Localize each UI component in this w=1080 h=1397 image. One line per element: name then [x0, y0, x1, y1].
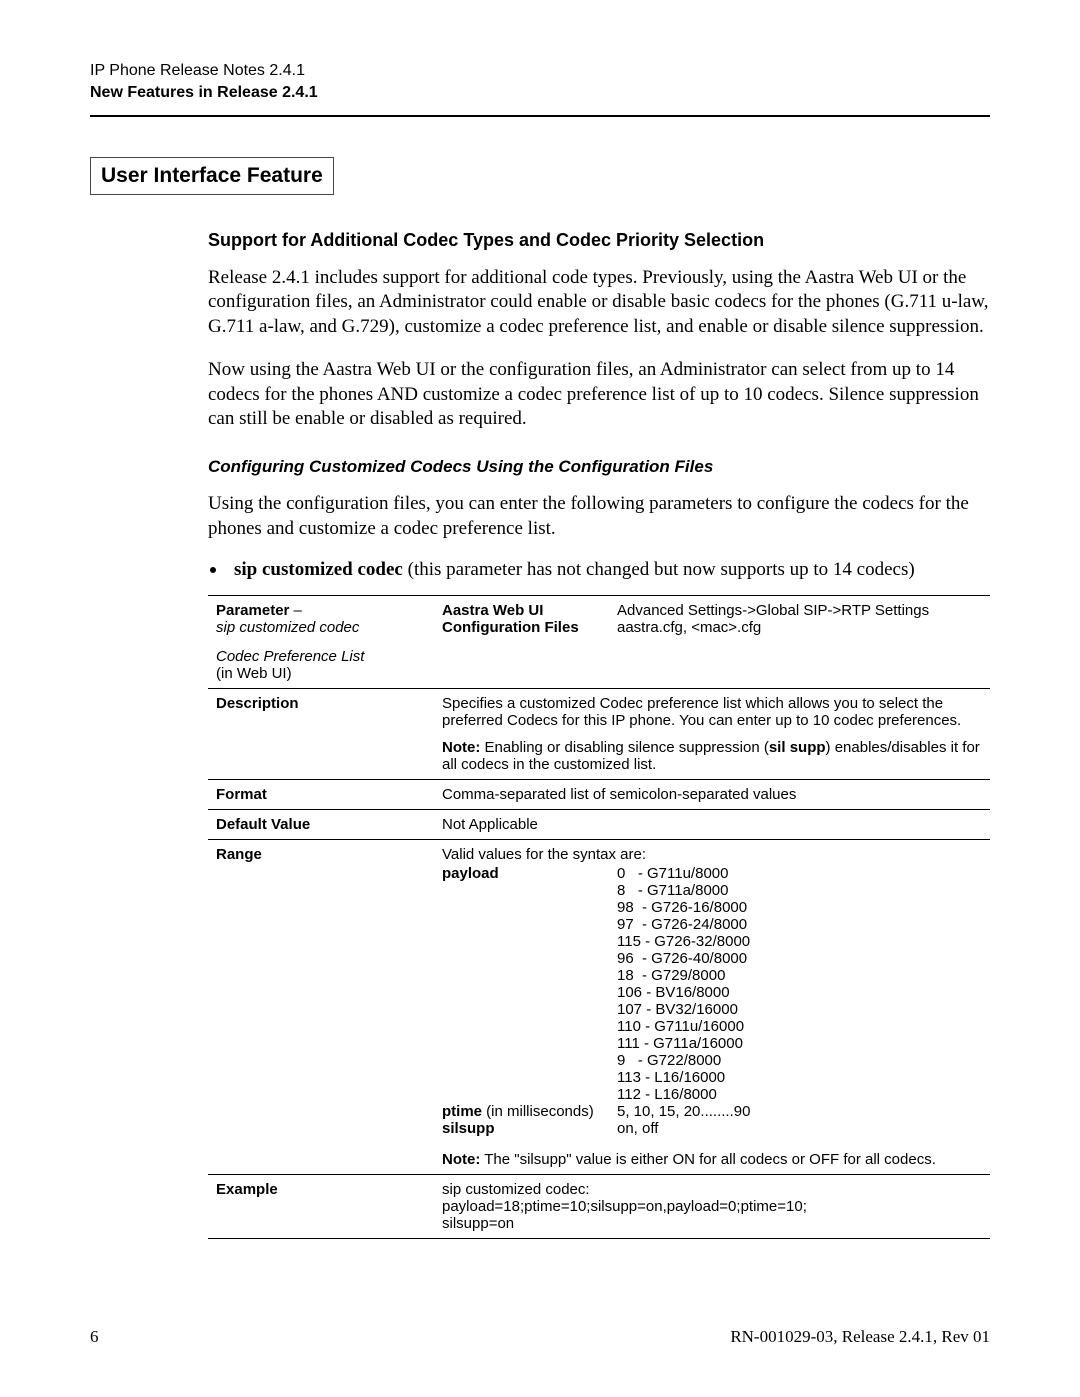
bullet-strong: sip customized codec: [234, 559, 403, 580]
silsupp-label: silsupp: [442, 1120, 617, 1137]
bullet-rest: (this parameter has not changed but now …: [403, 559, 915, 580]
param-cell-right: Aastra Web UI Advanced Settings->Global …: [434, 596, 990, 689]
kv-key: Aastra Web UI: [442, 602, 617, 619]
range-silsupp-row: silsupp on, off: [442, 1120, 982, 1137]
kv-row: Aastra Web UI Advanced Settings->Global …: [442, 602, 982, 619]
range-cell: Valid values for the syntax are: payload…: [434, 840, 990, 1175]
example-line-3: silsupp=on: [442, 1215, 982, 1232]
row-label: Description: [208, 689, 434, 780]
kv-val: Advanced Settings->Global SIP->RTP Setti…: [617, 602, 929, 619]
parameter-table: Parameter – sip customized codec Codec P…: [208, 595, 990, 1239]
row-value: Comma-separated list of semicolon-separa…: [434, 780, 990, 810]
note-label: Note:: [442, 1151, 480, 1168]
content-area: Support for Additional Codec Types and C…: [208, 230, 990, 1240]
parameter-sublabel: Codec Preference List (in Web UI): [216, 648, 426, 682]
paragraph-3: Using the configuration files, you can e…: [208, 492, 990, 541]
row-value: Specifies a customized Codec preference …: [434, 689, 990, 780]
row-label: Range: [208, 840, 434, 1175]
example-line-2: payload=18;ptime=10;silsupp=on,payload=0…: [442, 1198, 982, 1215]
dash: –: [289, 602, 302, 619]
param-cell-left: Parameter – sip customized codec Codec P…: [208, 596, 434, 689]
header-rule: [90, 115, 990, 117]
table-row: Default Value Not Applicable: [208, 810, 990, 840]
table-row: Example sip customized codec: payload=18…: [208, 1175, 990, 1239]
table-row: Format Comma-separated list of semicolon…: [208, 780, 990, 810]
description-note: Note: Enabling or disabling silence supp…: [442, 739, 982, 773]
range-ptime-row: ptime (in milliseconds) 5, 10, 15, 20...…: [442, 1103, 982, 1120]
kv-val: aastra.cfg, <mac>.cfg: [617, 619, 761, 636]
description-text: Specifies a customized Codec preference …: [442, 695, 982, 729]
payload-label: payload: [442, 865, 499, 882]
sublabel-line2: (in Web UI): [216, 665, 292, 682]
note-bold-2: sil supp: [769, 739, 826, 756]
header-line-2: New Features in Release 2.4.1: [90, 82, 990, 104]
kv-key: Configuration Files: [442, 619, 617, 636]
payload-values: 0 - G711u/8000 8 - G711a/8000 98 - G726-…: [617, 865, 750, 1103]
running-header: IP Phone Release Notes 2.4.1 New Feature…: [90, 60, 990, 105]
heading-config-files: Configuring Customized Codecs Using the …: [208, 457, 990, 477]
table-row: Parameter – sip customized codec Codec P…: [208, 596, 990, 689]
row-label: Format: [208, 780, 434, 810]
ptime-label: ptime (in milliseconds): [442, 1103, 617, 1120]
ptime-values: 5, 10, 15, 20........90: [617, 1103, 750, 1120]
silsupp-values: on, off: [617, 1120, 658, 1137]
range-note: Note: The "silsupp" value is either ON f…: [442, 1151, 982, 1168]
document-page: IP Phone Release Notes 2.4.1 New Feature…: [0, 0, 1080, 1397]
paragraph-2: Now using the Aastra Web UI or the confi…: [208, 358, 990, 432]
section-title: User Interface Feature: [101, 164, 323, 187]
heading-codec-support: Support for Additional Codec Types and C…: [208, 230, 990, 251]
parameter-label: Parameter: [216, 602, 289, 619]
table-row: Description Specifies a customized Codec…: [208, 689, 990, 780]
note-text-a: Enabling or disabling silence suppressio…: [480, 739, 769, 756]
note-label: Note:: [442, 739, 480, 756]
parameter-name: sip customized codec: [216, 619, 359, 636]
row-label: Example: [208, 1175, 434, 1239]
range-key-col: payload: [442, 865, 617, 1103]
sublabel-line1: Codec Preference List: [216, 648, 364, 665]
section-title-box: User Interface Feature: [90, 157, 334, 195]
range-intro: Valid values for the syntax are:: [442, 846, 982, 863]
row-value: Not Applicable: [434, 810, 990, 840]
doc-id: RN-001029-03, Release 2.4.1, Rev 01: [730, 1327, 990, 1347]
header-line-1: IP Phone Release Notes 2.4.1: [90, 60, 990, 82]
bullet-dot-icon: [210, 567, 216, 573]
example-line-1: sip customized codec:: [442, 1181, 982, 1198]
ptime-paren: (in milliseconds): [482, 1103, 594, 1120]
kv-row: Configuration Files aastra.cfg, <mac>.cf…: [442, 619, 982, 636]
range-payload-grid: payload 0 - G711u/8000 8 - G711a/8000 98…: [442, 865, 982, 1103]
table-row: Range Valid values for the syntax are: p…: [208, 840, 990, 1175]
paragraph-1: Release 2.4.1 includes support for addit…: [208, 266, 990, 340]
page-footer: 6 RN-001029-03, Release 2.4.1, Rev 01: [90, 1327, 990, 1347]
bullet-text: sip customized codec (this parameter has…: [234, 559, 915, 581]
bullet-item: sip customized codec (this parameter has…: [208, 559, 990, 581]
ptime-bold: ptime: [442, 1103, 482, 1120]
note-text: The "silsupp" value is either ON for all…: [480, 1151, 936, 1168]
example-cell: sip customized codec: payload=18;ptime=1…: [434, 1175, 990, 1239]
page-number: 6: [90, 1327, 99, 1347]
row-label: Default Value: [208, 810, 434, 840]
